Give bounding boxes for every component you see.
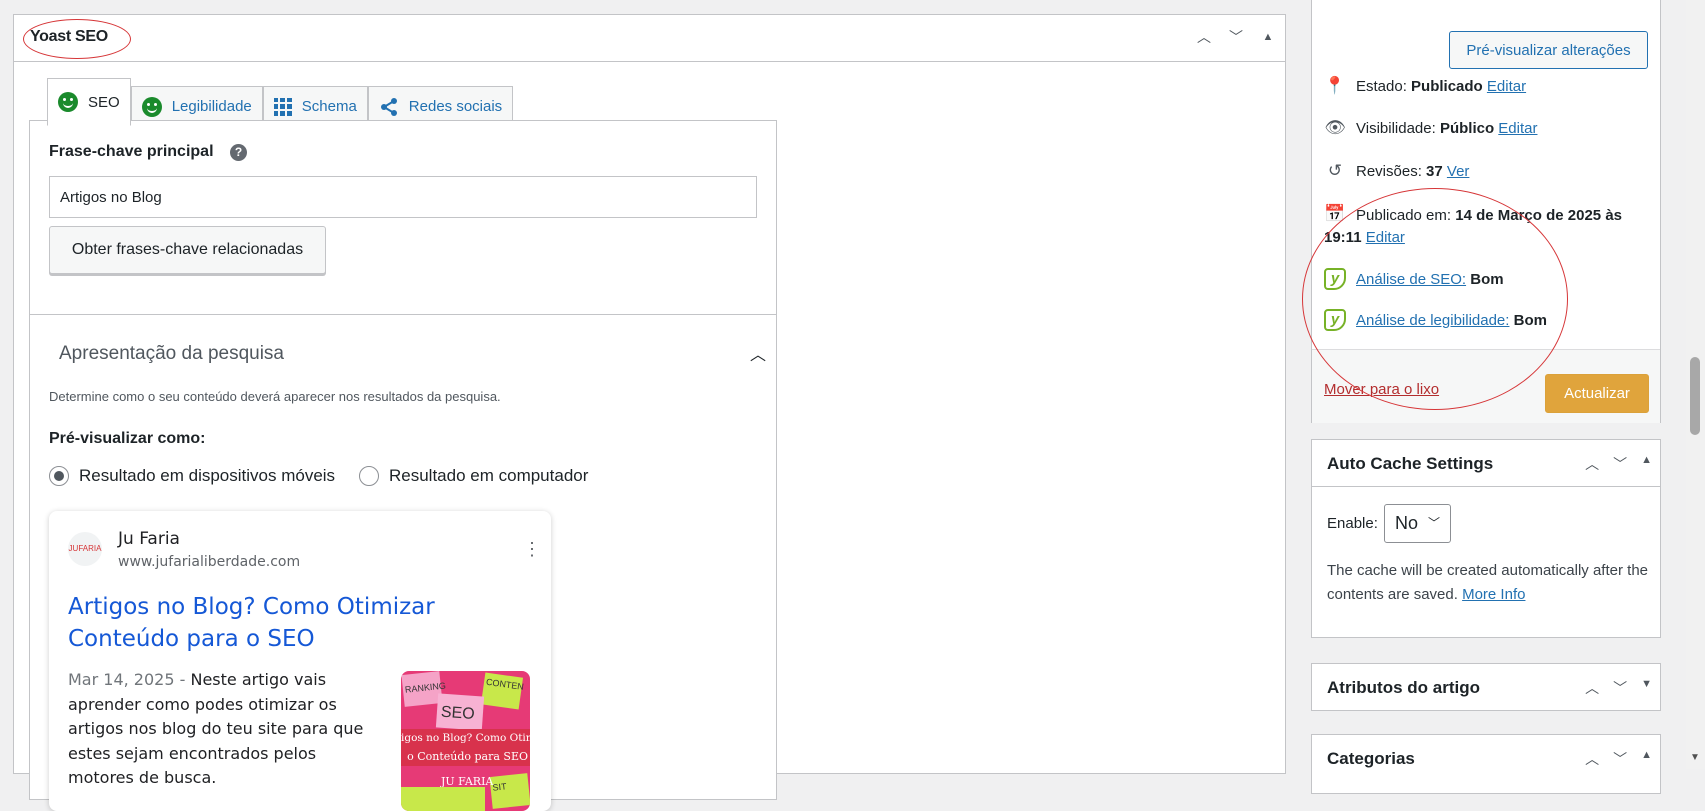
history-icon: ↺ bbox=[1327, 161, 1343, 180]
enable-label: Enable: bbox=[1327, 515, 1378, 532]
move-up-icon[interactable]: ︿ bbox=[1585, 454, 1599, 474]
serp-description: Mar 14, 2025 - Neste artigo vais aprende… bbox=[68, 668, 383, 791]
tab-label: Redes sociais bbox=[408, 98, 503, 115]
box-header[interactable]: Categorias ︿ ﹀ ▲ bbox=[1312, 735, 1660, 782]
google-preview-card: JUFARIA Ju Faria www.jufarialiberdade.co… bbox=[49, 511, 551, 811]
enable-select[interactable]: No ﹀ bbox=[1384, 504, 1451, 543]
radio-mobile-result[interactable]: Resultado em dispositivos móveis bbox=[49, 466, 335, 486]
box-controls: ︿ ﹀ ▼ bbox=[1585, 678, 1652, 698]
metabox-header: Yoast SEO ︿ ﹀ ▲ bbox=[14, 15, 1285, 62]
move-down-icon[interactable]: ﹀ bbox=[1613, 678, 1627, 698]
radio-button[interactable] bbox=[49, 466, 69, 486]
share-icon bbox=[380, 97, 397, 116]
smile-icon bbox=[58, 92, 78, 112]
revisions-row: ↺ Revisões: 37 Ver bbox=[1324, 161, 1470, 181]
serp-url: www.jufarialiberdade.com bbox=[118, 554, 301, 570]
toggle-panel-icon[interactable]: ▼ bbox=[1641, 678, 1652, 698]
search-appearance-title[interactable]: Apresentação da pesquisa bbox=[59, 343, 284, 365]
divider bbox=[30, 314, 776, 315]
serp-separator: - bbox=[174, 670, 191, 689]
thumb-note-bottom bbox=[401, 787, 485, 811]
view-revisions-link[interactable]: Ver bbox=[1447, 163, 1470, 180]
update-button[interactable]: Actualizar bbox=[1545, 374, 1649, 413]
revisions-count: 37 bbox=[1426, 162, 1443, 180]
thumb-banner-line: igos no Blog? Como Otimi bbox=[401, 729, 530, 748]
serp-date: Mar 14, 2025 bbox=[68, 670, 175, 689]
sticky-note: RANKING bbox=[401, 671, 446, 707]
box-title: Auto Cache Settings bbox=[1327, 454, 1494, 473]
edit-visibility-link[interactable]: Editar bbox=[1498, 120, 1537, 137]
box-title: Categorias bbox=[1327, 749, 1415, 768]
edit-status-link[interactable]: Editar bbox=[1487, 78, 1526, 95]
box-controls: ︿ ﹀ ▲ bbox=[1585, 454, 1652, 474]
visibility-label: Visibilidade: bbox=[1356, 119, 1436, 137]
visibility-value: Público bbox=[1439, 119, 1495, 137]
grid-icon bbox=[273, 97, 292, 116]
serp-thumbnail: RANKING CONTEN SEO SIT igos no Blog? Com… bbox=[401, 671, 530, 811]
sticky-note: SIT bbox=[489, 773, 530, 809]
annotation-circle bbox=[1302, 188, 1568, 410]
more-info-link[interactable]: More Info bbox=[1462, 586, 1525, 603]
move-down-icon[interactable]: ﹀ bbox=[1226, 27, 1246, 47]
move-down-icon[interactable]: ﹀ bbox=[1613, 749, 1627, 769]
visibility-row: 👁 Visibilidade: Público Editar bbox=[1324, 118, 1537, 138]
tab-label: Schema bbox=[301, 98, 357, 115]
page-scrollbar[interactable]: ▼ bbox=[1686, 0, 1705, 769]
sticky-note: SEO bbox=[435, 693, 485, 731]
radio-desktop-result[interactable]: Resultado em computador bbox=[359, 466, 588, 486]
chevron-up-icon[interactable]: ︿ bbox=[750, 341, 766, 365]
smile-icon bbox=[141, 96, 162, 117]
pin-icon: 📍 bbox=[1324, 76, 1346, 95]
radio-button[interactable] bbox=[359, 466, 379, 486]
scroll-down-icon[interactable]: ▼ bbox=[1690, 752, 1700, 763]
search-appearance-description: Determine como o seu conteúdo deverá apa… bbox=[49, 389, 501, 404]
move-up-icon[interactable]: ︿ bbox=[1585, 678, 1599, 698]
seo-tab-panel: Frase-chave principal ? Obter frases-cha… bbox=[29, 120, 777, 811]
post-attributes-box: Atributos do artigo ︿ ﹀ ▼ bbox=[1311, 663, 1661, 711]
scrollbar-thumb[interactable] bbox=[1690, 357, 1700, 435]
move-up-icon[interactable]: ︿ bbox=[1194, 27, 1214, 47]
box-title: Atributos do artigo bbox=[1327, 678, 1480, 697]
status-row: 📍 Estado: Publicado Editar bbox=[1324, 76, 1526, 96]
preview-as-label: Pré-visualizar como: bbox=[49, 430, 206, 447]
toggle-panel-icon[interactable]: ▲ bbox=[1641, 454, 1652, 474]
chevron-down-icon: ﹀ bbox=[1427, 516, 1440, 530]
move-up-icon[interactable]: ︿ bbox=[1585, 749, 1599, 769]
sticky-note: CONTEN bbox=[480, 672, 524, 710]
preview-changes-button[interactable]: Pré-visualizar alterações bbox=[1449, 31, 1648, 69]
keyphrase-label: Frase-chave principal bbox=[49, 143, 214, 160]
cache-description: The cache will be created automatically … bbox=[1327, 559, 1652, 607]
eye-icon: 👁 bbox=[1324, 118, 1346, 137]
toggle-panel-icon[interactable]: ▲ bbox=[1258, 27, 1278, 47]
radio-label: Resultado em dispositivos móveis bbox=[79, 466, 336, 485]
box-header[interactable]: Atributos do artigo ︿ ﹀ ▼ bbox=[1312, 664, 1660, 711]
categories-box: Categorias ︿ ﹀ ▲ bbox=[1311, 734, 1661, 794]
auto-cache-box: Auto Cache Settings ︿ ﹀ ▲ Enable: No ﹀ T… bbox=[1311, 439, 1661, 638]
related-keyphrases-button[interactable]: Obter frases-chave relacionadas bbox=[49, 226, 326, 274]
yoast-seo-metabox: Yoast SEO ︿ ﹀ ▲ SEO Legibilidade Schema … bbox=[13, 14, 1286, 811]
site-favicon: JUFARIA bbox=[68, 532, 102, 566]
more-vert-icon: ⋮ bbox=[523, 539, 541, 559]
status-value: Publicado bbox=[1411, 77, 1483, 95]
serp-site-name: Ju Faria bbox=[118, 529, 180, 549]
keyphrase-input[interactable] bbox=[49, 176, 757, 218]
tab-seo[interactable]: SEO bbox=[47, 78, 131, 126]
metabox-title: Yoast SEO bbox=[30, 28, 108, 45]
status-label: Estado: bbox=[1356, 77, 1407, 95]
select-value: No bbox=[1395, 513, 1419, 533]
revisions-label: Revisões: bbox=[1356, 162, 1422, 180]
serp-title[interactable]: Artigos no Blog? Como Otimizar Conteúdo … bbox=[68, 591, 468, 655]
toggle-panel-icon[interactable]: ▲ bbox=[1641, 749, 1652, 769]
radio-label: Resultado em computador bbox=[389, 466, 589, 485]
thumb-banner-line: o Conteúdo para SEO bbox=[401, 748, 530, 766]
move-down-icon[interactable]: ﹀ bbox=[1613, 454, 1627, 474]
box-header: Auto Cache Settings ︿ ﹀ ▲ bbox=[1312, 440, 1660, 487]
tab-label: SEO bbox=[88, 93, 120, 111]
tab-label: Legibilidade bbox=[171, 98, 252, 115]
yoast-tabs: SEO Legibilidade Schema Redes sociais bbox=[47, 78, 514, 126]
box-controls: ︿ ﹀ ▲ bbox=[1585, 749, 1652, 769]
help-icon[interactable]: ? bbox=[230, 144, 247, 161]
